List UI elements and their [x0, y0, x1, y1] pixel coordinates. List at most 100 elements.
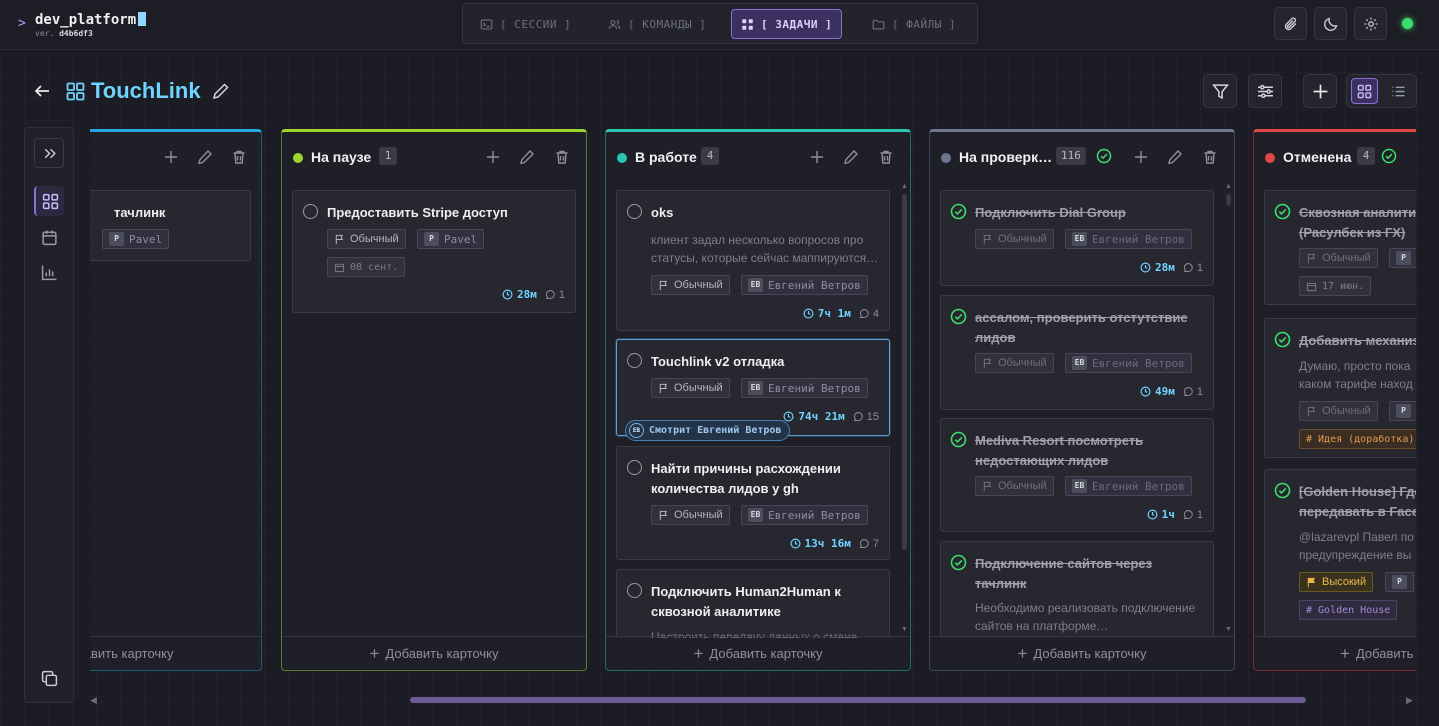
flag-icon — [335, 234, 344, 244]
column-count: 1 — [379, 147, 397, 165]
task-card-selected[interactable]: Touchlink v2 отладка Обычный ЕВ Евгений В… — [616, 339, 890, 441]
task-card[interactable]: Добавить механиз Думаю, просто пока како… — [1264, 318, 1416, 458]
complete-toggle[interactable] — [627, 460, 642, 475]
column-status-dot — [617, 153, 627, 163]
chevrons-right-icon — [44, 148, 56, 158]
task-card[interactable]: Подключить Dial Group Обычный ЕВ Евгений … — [940, 190, 1214, 286]
card-title: Найти причины расхождении количества лид… — [651, 461, 841, 496]
task-card[interactable]: Найти причины расхождении количества лид… — [616, 446, 890, 560]
version-hash: d4b6df3 — [59, 29, 93, 38]
edit-title-icon[interactable] — [212, 82, 230, 100]
task-card[interactable]: Подключение сайтов через тачлинк Необход… — [940, 541, 1214, 638]
tab-files[interactable]: [ ФАЙЛЫ ] — [863, 9, 965, 39]
card-title: oks — [651, 205, 674, 220]
task-card[interactable]: Подключить Human2Human к сквозной аналит… — [616, 569, 890, 638]
scroll-down-arrow[interactable]: ▼ — [901, 626, 908, 633]
settings-button[interactable] — [1354, 7, 1387, 40]
settings-sliders-button[interactable] — [1248, 74, 1282, 108]
scroll-left-arrow[interactable]: ◀ — [90, 695, 97, 706]
rail-analytics-view[interactable] — [34, 257, 64, 287]
card-title: тачлинк — [114, 205, 166, 220]
add-card-footer[interactable]: +Добавить карточку — [606, 636, 910, 670]
tab-teams[interactable]: [ КОМАНДЫ ] — [599, 9, 715, 39]
check-circle-icon[interactable] — [1274, 482, 1291, 499]
delete-column-icon[interactable] — [554, 149, 570, 165]
scroll-up-arrow[interactable]: ▲ — [1225, 183, 1232, 190]
kanban-board: тачлинк PPavel +Добавить карточку На пау… — [90, 129, 1416, 673]
add-card-icon[interactable] — [1133, 149, 1149, 165]
comment-count: 15 — [853, 411, 879, 423]
tab-tasks[interactable]: [ ЗАДАЧИ ] — [731, 9, 843, 39]
assignee-tag: ЕВ Евгений Ветров — [741, 275, 868, 295]
priority-tag: Обычный — [1299, 248, 1378, 268]
task-card[interactable]: [Golden House] Где передавать в Faceb @l… — [1264, 469, 1416, 638]
task-card[interactable]: Сквозная аналити (Расулбек из ГХ) Обычны… — [1264, 190, 1416, 305]
check-circle-icon[interactable] — [950, 308, 967, 325]
scroll-down-arrow[interactable]: ▼ — [1225, 626, 1232, 633]
expand-rail-button[interactable] — [34, 138, 64, 168]
delete-column-icon[interactable] — [1202, 149, 1218, 165]
check-circle-icon[interactable] — [1274, 331, 1291, 348]
left-rail — [24, 127, 74, 703]
rail-calendar-view[interactable] — [34, 222, 64, 252]
add-card-icon[interactable] — [809, 149, 825, 165]
task-card[interactable]: тачлинк P Pavel — [90, 190, 251, 261]
card-description: @lazarevpl Павел по предупреждение вы — [1299, 530, 1414, 562]
list-view-button[interactable] — [1385, 78, 1412, 104]
column-scrollbar[interactable] — [1226, 194, 1231, 206]
rail-board-view[interactable] — [34, 186, 64, 216]
card-title: Подключение сайтов через тачлинк — [975, 556, 1153, 591]
check-circle-icon[interactable] — [1274, 203, 1291, 220]
task-card[interactable]: ассалом, проверить отстутствие лидов Обы… — [940, 295, 1214, 410]
comment-icon — [545, 290, 555, 299]
filter-button[interactable] — [1203, 74, 1237, 108]
column-scrollbar[interactable] — [902, 194, 907, 550]
tab-sessions[interactable]: [ СЕССИИ ] — [471, 9, 580, 39]
complete-toggle[interactable] — [627, 353, 642, 368]
edit-column-icon[interactable] — [843, 149, 859, 165]
add-card-footer[interactable]: +Добавить карточку — [930, 636, 1234, 670]
flag-icon — [659, 280, 668, 290]
comment-count: 1 — [1183, 386, 1203, 398]
column-count: 116 — [1056, 147, 1086, 165]
attachments-button[interactable] — [1274, 7, 1307, 40]
add-card-icon[interactable] — [163, 149, 179, 165]
clock-icon — [502, 289, 513, 300]
scrollbar-thumb[interactable] — [410, 697, 1306, 703]
add-column-button[interactable] — [1303, 74, 1337, 108]
delete-column-icon[interactable] — [231, 149, 247, 165]
plus-icon — [1313, 84, 1327, 98]
board-horizontal-scrollbar[interactable]: ◀ ▶ — [90, 693, 1416, 707]
add-card-footer[interactable]: + Добавить — [1254, 636, 1416, 670]
card-description: клиент задал несколько вопросов про стат… — [651, 233, 879, 265]
delete-column-icon[interactable] — [878, 149, 894, 165]
scroll-right-arrow[interactable]: ▶ — [1406, 695, 1413, 706]
complete-toggle[interactable] — [627, 204, 642, 219]
back-arrow-icon[interactable] — [33, 82, 51, 100]
complete-toggle[interactable] — [303, 204, 318, 219]
label-tag: # Golden House — [1299, 600, 1398, 620]
edit-column-icon[interactable] — [1167, 149, 1183, 165]
theme-toggle-button[interactable] — [1314, 7, 1347, 40]
gear-icon — [1364, 17, 1377, 30]
check-circle-icon[interactable] — [950, 554, 967, 571]
edit-column-icon[interactable] — [519, 149, 535, 165]
assignee-tag: ЕВ Евгений Ветров — [1065, 229, 1192, 249]
add-card-icon[interactable] — [485, 149, 501, 165]
rail-copy-button[interactable] — [34, 663, 64, 693]
grid-view-button[interactable] — [1351, 78, 1378, 104]
check-circle-icon[interactable] — [950, 203, 967, 220]
column-paused: На паузе 1 Предоставить Stripe доступ Об… — [281, 129, 587, 671]
task-card[interactable]: oks клиент задал несколько вопросов про … — [616, 190, 890, 331]
task-card[interactable]: Mediva Resort посмотреть недостающих лид… — [940, 418, 1214, 532]
complete-toggle[interactable] — [627, 583, 642, 598]
add-card-footer[interactable]: +Добавить карточку — [282, 636, 586, 670]
scroll-up-arrow[interactable]: ▲ — [901, 183, 908, 190]
board-view-icon — [42, 193, 58, 209]
card-title: Touchlink v2 отладка — [651, 354, 785, 369]
check-circle-icon[interactable] — [950, 431, 967, 448]
edit-column-icon[interactable] — [197, 149, 213, 165]
add-card-footer[interactable]: +Добавить карточку — [90, 636, 261, 670]
task-card[interactable]: Предоставить Stripe доступ Обычный P Pave… — [292, 190, 576, 313]
assignee-tag: P Pavel — [102, 229, 170, 249]
